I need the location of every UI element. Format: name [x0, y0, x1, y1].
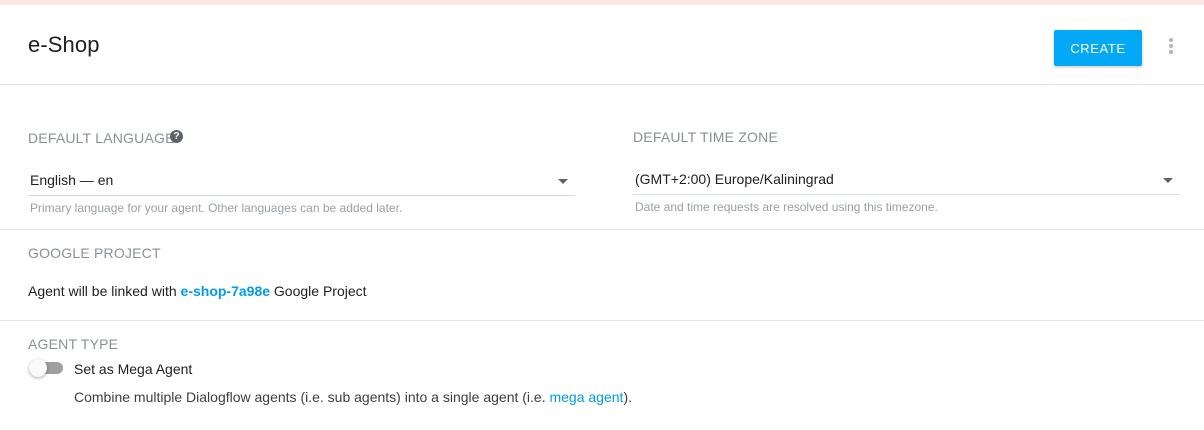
more-vert-icon[interactable]: [1163, 36, 1179, 58]
divider: [0, 320, 1204, 321]
language-select-value: English — en: [30, 172, 114, 188]
create-button[interactable]: CREATE: [1054, 30, 1142, 66]
default-time-zone-label: DEFAULT TIME ZONE: [633, 129, 778, 145]
agent-title: e-Shop: [28, 32, 100, 57]
mega-agent-description: Combine multiple Dialogflow agents (i.e.…: [74, 389, 632, 405]
agent-settings-page: e-Shop CREATE DEFAULT LANGUAGE ? English…: [0, 0, 1204, 430]
time-zone-select-value: (GMT+2:00) Europe/Kaliningrad: [635, 171, 834, 187]
mega-agent-link[interactable]: mega agent: [549, 389, 623, 405]
google-project-link[interactable]: e-shop-7a98e: [181, 283, 270, 299]
caret-down-icon: [558, 179, 568, 184]
language-hint: Primary language for your agent. Other l…: [30, 201, 403, 215]
google-project-label: GOOGLE PROJECT: [28, 245, 161, 261]
mega-agent-toggle-label: Set as Mega Agent: [74, 361, 193, 377]
time-zone-hint: Date and time requests are resolved usin…: [635, 200, 938, 214]
google-project-text: Agent will be linked with e-shop-7a98e G…: [28, 283, 367, 299]
agent-type-label: AGENT TYPE: [28, 336, 119, 352]
default-language-label: DEFAULT LANGUAGE: [28, 130, 175, 146]
language-select[interactable]: English — en: [28, 166, 575, 196]
divider: [0, 229, 1204, 230]
caret-down-icon: [1163, 178, 1173, 183]
help-circle-icon[interactable]: ?: [170, 130, 183, 143]
time-zone-select[interactable]: (GMT+2:00) Europe/Kaliningrad: [633, 165, 1180, 195]
toggle-thumb: [29, 359, 47, 377]
mega-agent-toggle[interactable]: [29, 359, 65, 377]
header: e-Shop CREATE: [0, 5, 1204, 85]
